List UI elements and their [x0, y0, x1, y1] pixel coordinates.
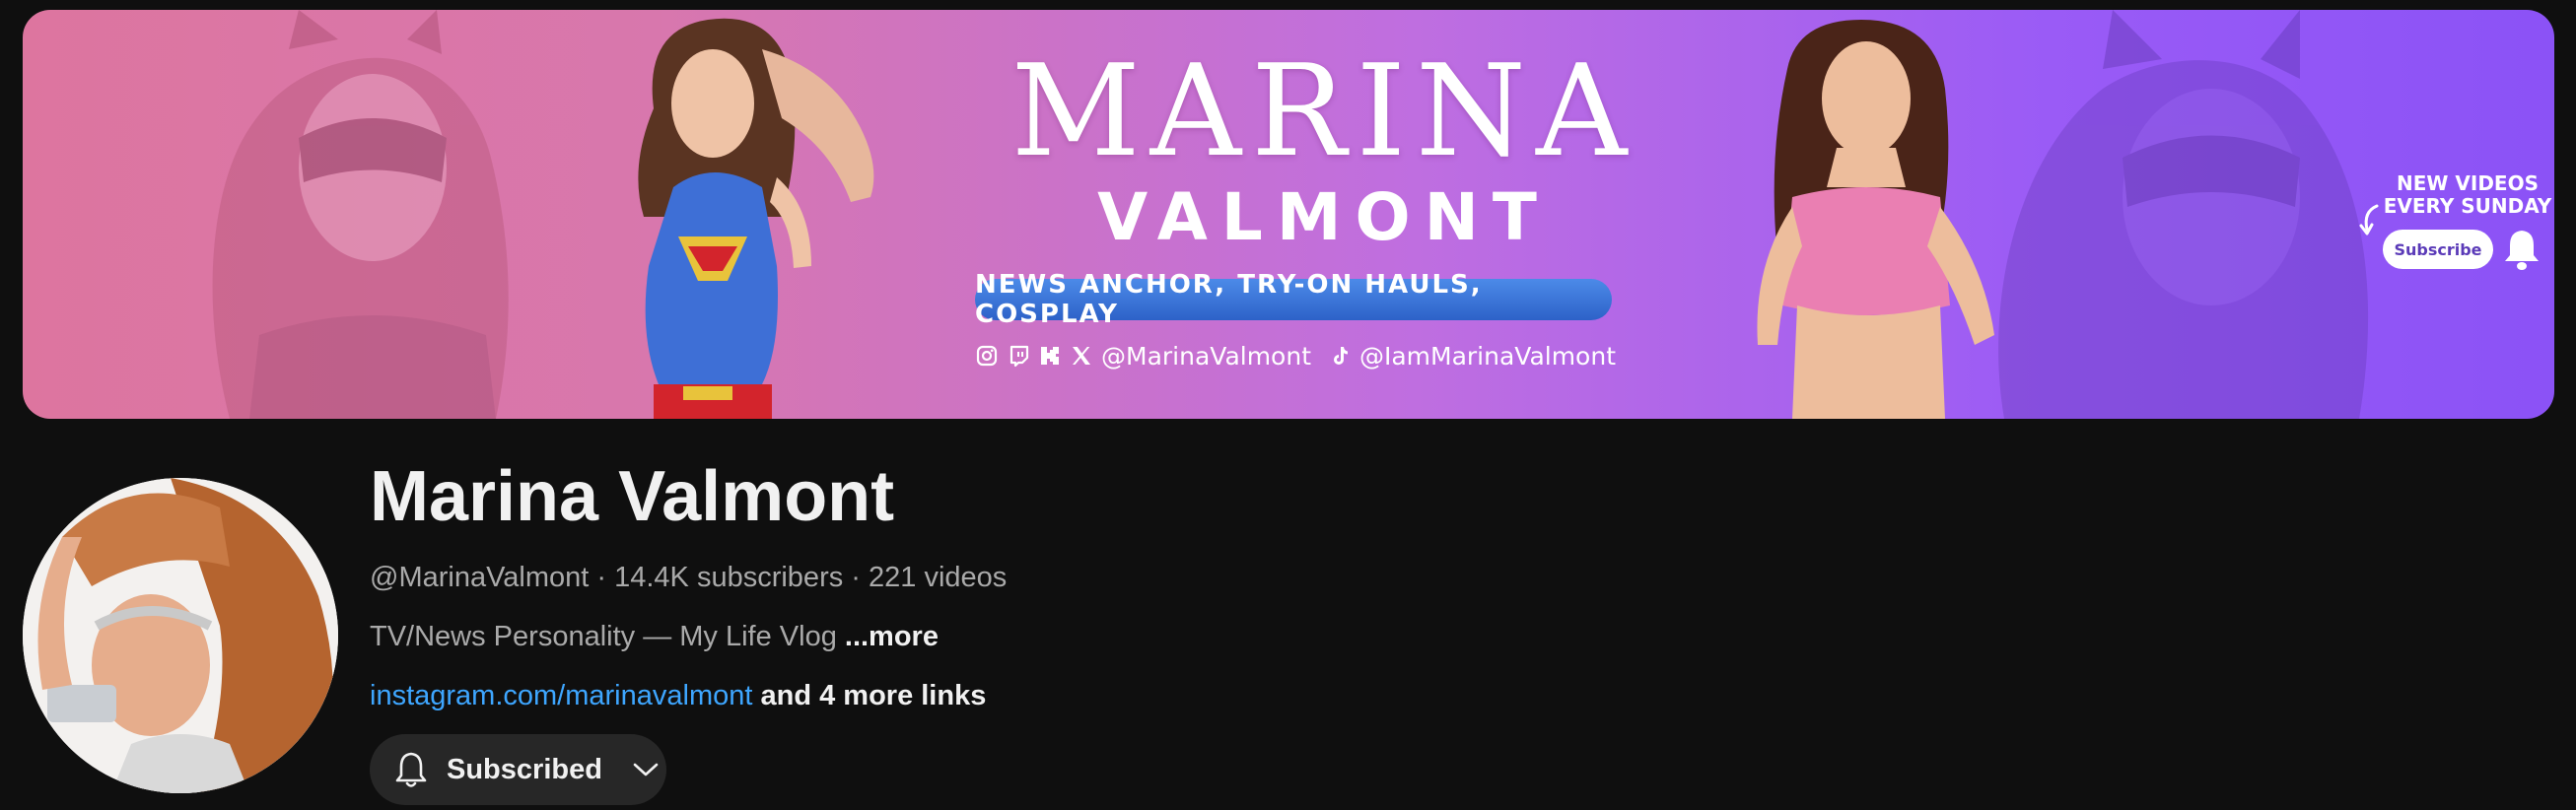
description-text: TV/News Personality — My Life Vlog: [370, 621, 845, 652]
banner-brand-first-name: MARINA: [1010, 38, 1637, 185]
channel-links: instagram.com/marinavalmont and 4 more l…: [370, 678, 1007, 713]
banner-ghost-figure-left: [212, 10, 509, 419]
banner-social-handle: @MarinaValmont: [1101, 341, 1312, 371]
twitch-icon: [1007, 343, 1030, 369]
curved-arrow-icon: [2359, 204, 2379, 236]
meta-separator: ·: [589, 562, 615, 593]
banner-person-left: [638, 18, 874, 419]
more-links-button[interactable]: and 4 more links: [752, 680, 986, 711]
instagram-link[interactable]: instagram.com/marinavalmont: [370, 680, 752, 711]
subscriber-count: 14.4K subscribers: [614, 562, 844, 593]
description-more-link[interactable]: ...more: [845, 621, 939, 652]
banner-promo: NEW VIDEOS EVERY SUNDAY Subscribe: [2359, 172, 2554, 281]
kick-icon: [1038, 343, 1062, 369]
meta-separator: ·: [843, 562, 870, 593]
banner-person-right: [1757, 20, 1994, 419]
subscribed-button[interactable]: Subscribed: [370, 734, 666, 805]
x-icon: [1070, 343, 1093, 369]
video-count: 221 videos: [869, 562, 1008, 593]
channel-avatar[interactable]: [23, 478, 338, 793]
chevron-down-icon: [632, 761, 660, 778]
notification-bell-icon: [393, 750, 429, 789]
tiktok-icon: [1328, 343, 1352, 369]
banner-promo-subscribe: Subscribe: [2383, 230, 2493, 269]
banner-brand: MARINA VALMONT: [930, 49, 1718, 252]
banner-socials: @MarinaValmont @IamMarinaValmont: [975, 339, 1616, 372]
subscribed-label: Subscribed: [447, 753, 602, 785]
avatar-image: [23, 478, 338, 793]
channel-meta: @MarinaValmont · 14.4K subscribers · 221…: [370, 560, 1007, 595]
channel-description[interactable]: TV/News Personality — My Life Vlog ...mo…: [370, 619, 1007, 654]
banner-brand-last-name: VALMONT: [1097, 179, 1551, 255]
banner-tiktok-handle: @IamMarinaValmont: [1358, 341, 1616, 371]
channel-handle: @MarinaValmont: [370, 562, 590, 593]
channel-banner: MARINA VALMONT NEWS ANCHOR, TRY-ON HAULS…: [23, 10, 2554, 419]
channel-name: Marina Valmont: [370, 457, 895, 536]
bell-icon: [2505, 231, 2539, 270]
channel-info: Marina Valmont @MarinaValmont · 14.4K su…: [370, 455, 1007, 713]
banner-tagline: NEWS ANCHOR, TRY-ON HAULS, COSPLAY: [975, 270, 1612, 329]
instagram-icon: [975, 343, 999, 369]
banner-promo-text: NEW VIDEOS EVERY SUNDAY: [2383, 171, 2552, 218]
